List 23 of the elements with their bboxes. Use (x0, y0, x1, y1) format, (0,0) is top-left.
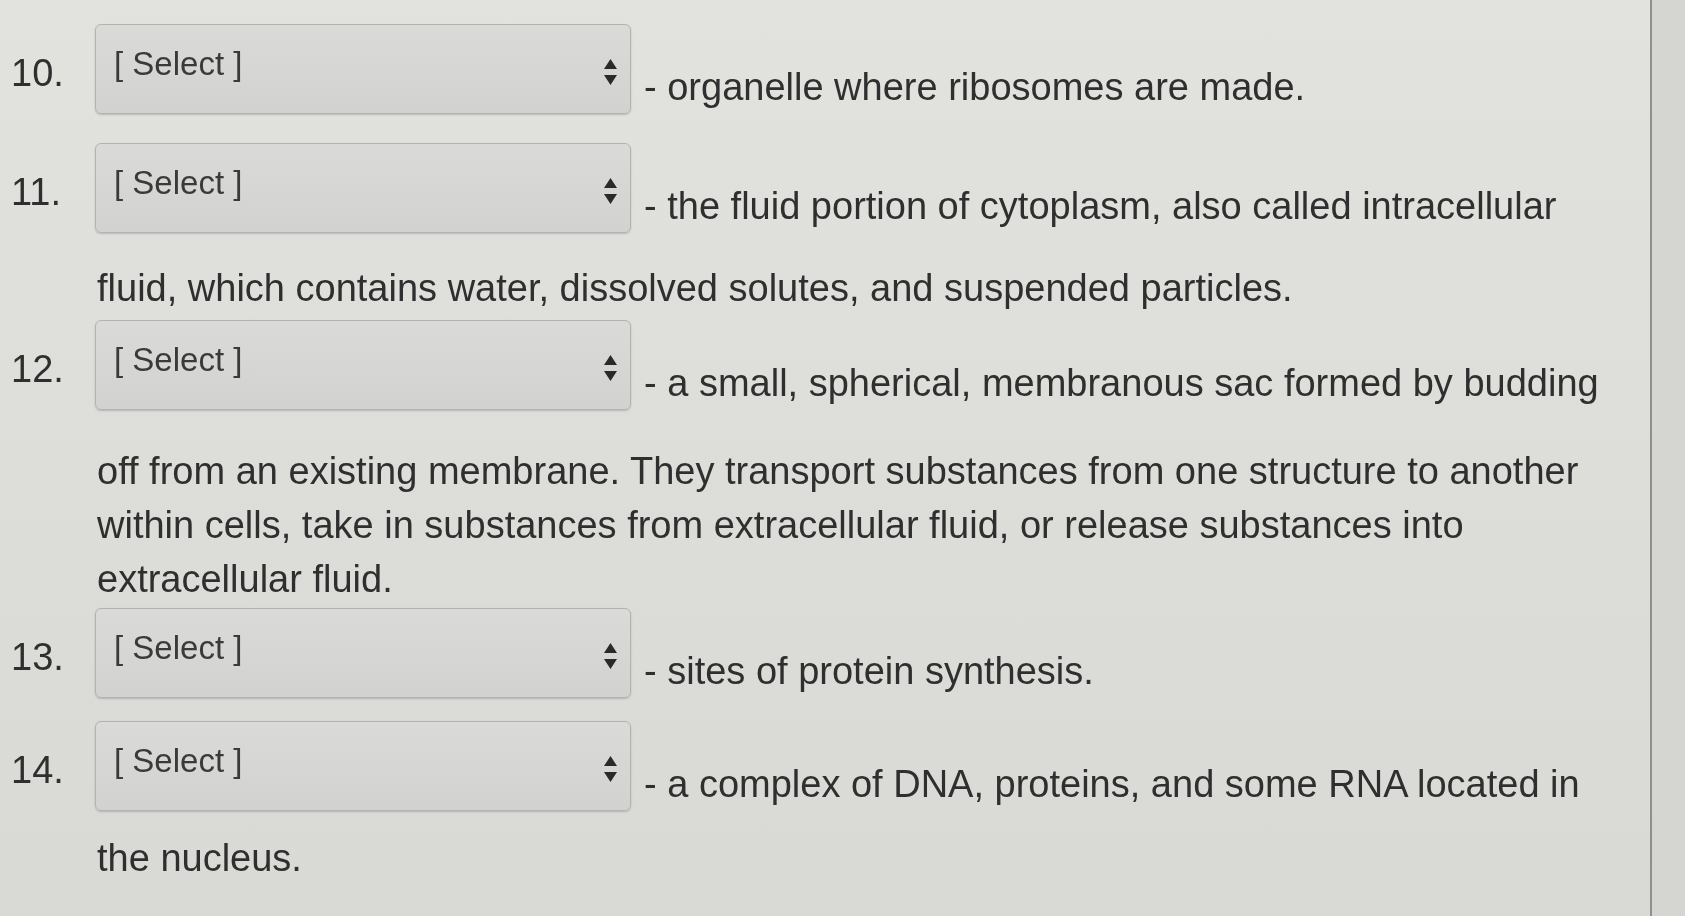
answer-dropdown[interactable]: [ Select ] (95, 24, 631, 114)
question-text: - organelle where ribosomes are made. (644, 65, 1306, 110)
question-text: - a small, spherical, membranous sac formed by budding (644, 361, 1599, 406)
question-number: 12. (11, 347, 65, 390)
answer-dropdown[interactable]: [ Select ] (95, 320, 631, 410)
answer-dropdown[interactable]: [ Select ] (95, 721, 631, 811)
question-text: the nucleus. (97, 836, 303, 881)
question-text: - a complex of DNA, proteins, and some RNA located in (644, 762, 1580, 807)
question-number: 13. (11, 635, 65, 678)
up-down-arrows-icon (603, 353, 618, 383)
question-text: - the fluid portion of cytoplasm, also called intracellular (644, 184, 1557, 229)
up-down-arrows-icon (603, 754, 618, 784)
answer-dropdown[interactable]: [ Select ] (95, 608, 631, 698)
up-down-arrows-icon (603, 57, 618, 87)
up-down-arrows-icon (603, 176, 618, 206)
question-number: 10. (11, 51, 65, 94)
question-number: 14. (11, 748, 65, 791)
up-down-arrows-icon (603, 641, 618, 671)
answer-dropdown[interactable]: [ Select ] (95, 143, 631, 233)
question-text: fluid, which contains water, dissolved solutes, and suspended particles. (97, 266, 1294, 311)
question-number: 11. (11, 170, 62, 213)
question-text: off from an existing membrane. They transport substances from one structure to another within cells, take in substances from extracellular fluid, or release substances into extracellular fluid. (97, 449, 1580, 602)
question-text: - sites of protein synthesis. (644, 649, 1094, 694)
